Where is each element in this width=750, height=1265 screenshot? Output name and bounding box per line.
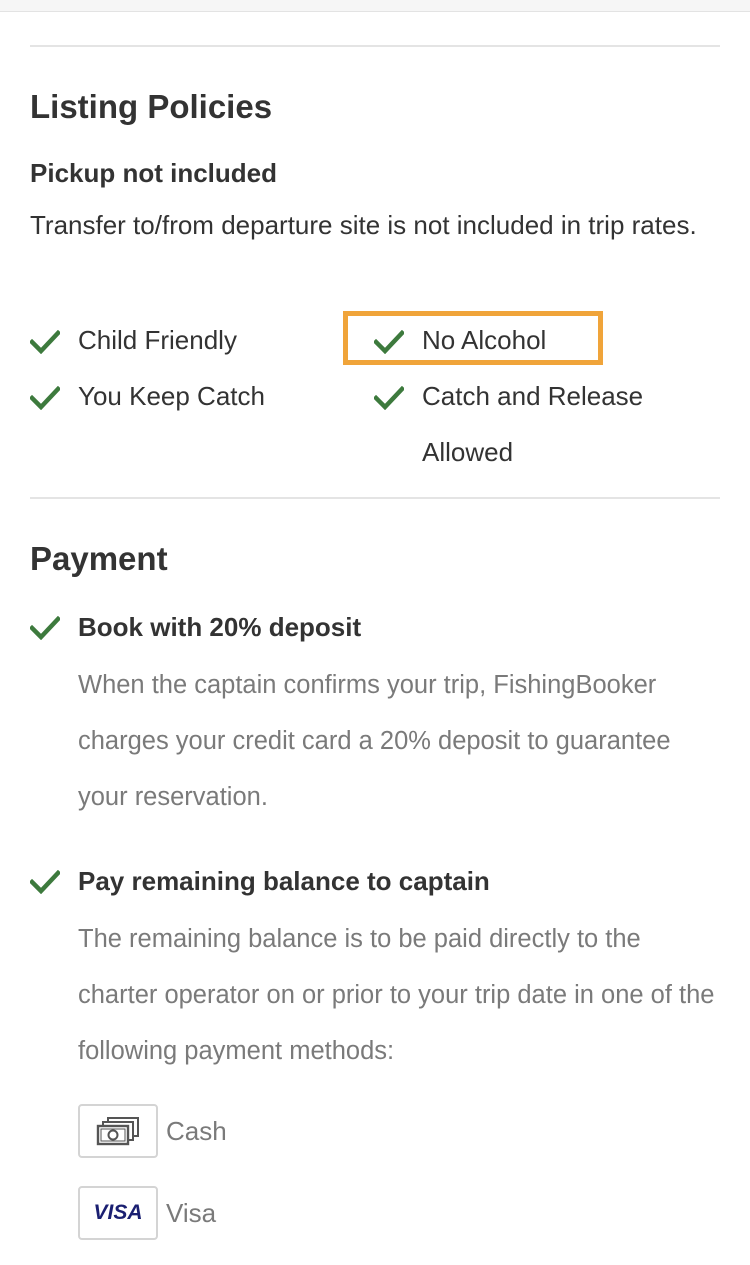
payment-title: Payment	[30, 540, 168, 577]
feature-you-keep-catch: You Keep Catch	[30, 381, 265, 424]
check-icon	[374, 386, 404, 410]
pickup-title: Pickup not included	[30, 158, 278, 188]
top-bar	[0, 0, 750, 12]
divider	[30, 45, 720, 47]
payment-method-visa: VISA Visa	[78, 1186, 216, 1240]
feature-label: You Keep Catch	[78, 381, 265, 411]
payment-deposit: Book with 20% deposit When the captain c…	[30, 612, 720, 825]
cash-icon	[96, 1117, 139, 1146]
visa-icon-box: VISA	[78, 1186, 158, 1240]
visa-icon: VISA	[93, 1201, 143, 1224]
payment-item-title: Book with 20% deposit	[78, 612, 362, 642]
divider	[30, 497, 720, 499]
highlight-box	[343, 311, 603, 365]
feature-catch-and-release: Catch and Release Allowed	[374, 381, 674, 480]
feature-child-friendly: Child Friendly	[30, 325, 237, 368]
check-icon	[30, 615, 60, 640]
check-icon	[30, 330, 60, 354]
payment-remaining-balance: Pay remaining balance to captain The rem…	[30, 866, 720, 1079]
payment-method-cash: Cash	[78, 1104, 227, 1158]
pickup-description: Transfer to/from departure site is not i…	[30, 210, 697, 240]
check-icon	[30, 869, 60, 894]
listing-details-page: Listing Policies Pickup not included Tra…	[0, 0, 750, 1265]
feature-label: Catch and Release Allowed	[422, 381, 644, 467]
payment-method-label: Visa	[166, 1197, 217, 1228]
listing-policies-title: Listing Policies	[30, 88, 273, 125]
check-icon	[30, 386, 60, 410]
feature-label: Child Friendly	[78, 325, 237, 355]
payment-item-description: The remaining balance is to be paid dire…	[78, 925, 715, 1065]
cash-icon-box	[78, 1104, 158, 1158]
payment-item-description: When the captain confirms your trip, Fis…	[78, 671, 671, 811]
payment-method-label: Cash	[166, 1115, 227, 1146]
payment-item-title: Pay remaining balance to captain	[78, 866, 490, 896]
